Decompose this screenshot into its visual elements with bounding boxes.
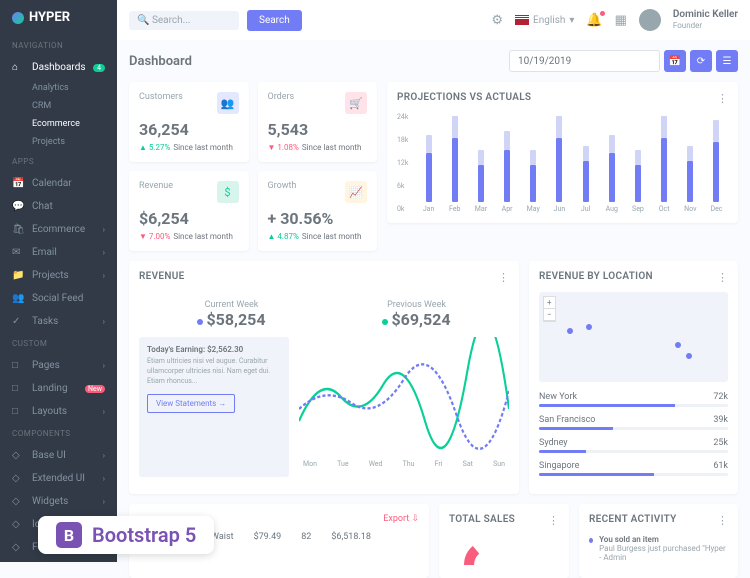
nav-projects[interactable]: 📁Projects› [0, 264, 117, 287]
language-selector[interactable]: English ▾ [515, 15, 574, 26]
brand-logo[interactable]: HYPER [0, 0, 117, 35]
location-sydney: Sydney25k [539, 438, 728, 453]
nav-extended-ui[interactable]: ◇Extended UI› [0, 467, 117, 490]
world-map[interactable]: +− [539, 292, 728, 382]
donut-chart [449, 535, 529, 565]
apps-icon[interactable]: ▦ [615, 13, 627, 28]
nav-section-apps: APPS [0, 151, 117, 172]
us-flag-icon [515, 15, 529, 25]
location-title: REVENUE BY LOCATION [539, 271, 653, 284]
activity-title: RECENT ACTIVITY [589, 514, 677, 527]
zoom-in-button[interactable]: + [544, 297, 555, 309]
gear-icon[interactable]: ⚙ [491, 13, 503, 28]
page-title: Dashboard [129, 54, 192, 69]
location-san-francisco: San Francisco39k [539, 415, 728, 430]
revenue-title: REVENUE [139, 271, 185, 284]
nav-calendar[interactable]: 📅Calendar [0, 172, 117, 195]
nav-email[interactable]: ✉Email› [0, 241, 117, 264]
nav-dashboards[interactable]: ⌂ Dashboards 4 [0, 56, 117, 79]
home-icon: ⌂ [12, 62, 24, 73]
activity-menu[interactable]: ⋮ [717, 514, 728, 527]
nav-sub-projects[interactable]: Projects [0, 133, 117, 151]
nav-section-components: COMPONENTS [0, 423, 117, 444]
search-input[interactable]: 🔍 Search... [129, 11, 239, 30]
projections-title: PROJECTIONS VS ACTUALS [397, 92, 531, 105]
projections-menu[interactable]: ⋮ [717, 92, 728, 105]
nav-sub-analytics[interactable]: Analytics [0, 79, 117, 97]
nav-social-feed[interactable]: 👥Social Feed [0, 287, 117, 310]
stat-growth: Growth📈+ 30.56%▲ 4.87%Since last month [258, 171, 378, 251]
bootstrap5-badge: B Bootstrap 5 [38, 516, 214, 554]
bell-icon[interactable]: 🔔 [586, 13, 602, 28]
activity-item: You sold an item Paul Burgess just purch… [589, 535, 728, 562]
filter-button[interactable]: ☰ [716, 50, 738, 72]
calendar-button[interactable]: 📅 [664, 50, 686, 72]
stat-customers: Customers👥36,254▲ 5.27%Since last month [129, 82, 249, 162]
current-week-label: Current Week [197, 300, 265, 310]
nav-ecommerce[interactable]: 🛍Ecommerce› [0, 218, 117, 241]
export-button[interactable]: Export ⇩ [383, 514, 419, 524]
zoom-out-button[interactable]: − [544, 309, 555, 321]
nav-base-ui[interactable]: ◇Base UI› [0, 444, 117, 467]
nav-layouts[interactable]: □Layouts› [0, 400, 117, 423]
refresh-button[interactable]: ⟳ [690, 50, 712, 72]
current-week-value: $58,254 [206, 310, 265, 329]
nav-section-custom: CUSTOM [0, 333, 117, 354]
bootstrap-icon: B [56, 522, 82, 548]
nav-sub-ecommerce[interactable]: Ecommerce [0, 115, 117, 133]
nav-tasks[interactable]: ✓Tasks› [0, 310, 117, 333]
location-new-york: New York72k [539, 392, 728, 407]
dashboards-badge: 4 [93, 64, 105, 72]
revenue-menu[interactable]: ⋮ [498, 271, 509, 284]
earning-text: Etiam ultricies nisi vel augue. Curabitu… [147, 357, 281, 386]
previous-week-value: $69,524 [391, 310, 450, 329]
total-sales-title: TOTAL SALES [449, 514, 515, 527]
search-icon: 🔍 [137, 15, 149, 26]
search-button[interactable]: Search [247, 10, 302, 31]
stat-revenue: Revenue$$6,254▼ 7.00%Since last month [129, 171, 249, 251]
nav-sub-crm[interactable]: CRM [0, 97, 117, 115]
earning-title: Today's Earning: $2,562.30 [147, 345, 281, 354]
avatar[interactable] [639, 9, 661, 31]
location-menu[interactable]: ⋮ [717, 271, 728, 284]
stat-orders: Orders🛒5,543▼ 1.08%Since last month [258, 82, 378, 162]
user-menu[interactable]: Dominic Keller Founder [673, 9, 738, 31]
sales-menu[interactable]: ⋮ [548, 514, 559, 527]
location-singapore: Singapore61k [539, 461, 728, 476]
nav-landing[interactable]: □LandingNew [0, 377, 117, 400]
nav-pages[interactable]: □Pages› [0, 354, 117, 377]
date-input[interactable] [509, 50, 660, 72]
chevron-down-icon: ▾ [569, 15, 574, 26]
nav-widgets[interactable]: ◇Widgets› [0, 490, 117, 513]
view-statements-button[interactable]: View Statements → [147, 394, 235, 413]
nav-chat[interactable]: 💬Chat [0, 195, 117, 218]
previous-week-label: Previous Week [382, 300, 450, 310]
nav-section-navigation: NAVIGATION [0, 35, 117, 56]
